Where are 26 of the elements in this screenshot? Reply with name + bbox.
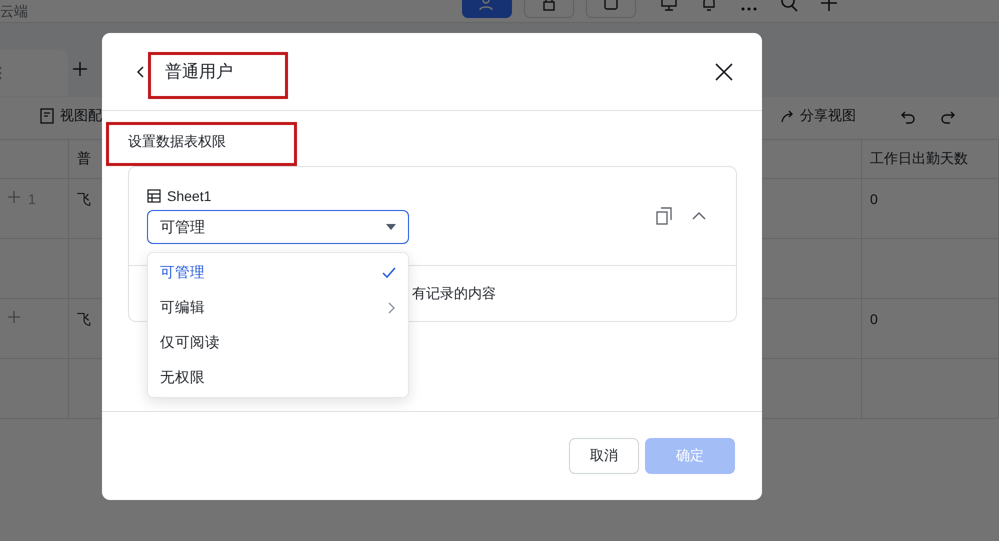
menu-item[interactable]: 无权限 bbox=[148, 360, 408, 395]
chevron-right-icon bbox=[388, 302, 396, 314]
table-cell: 0 bbox=[862, 179, 999, 238]
table-icon bbox=[147, 189, 161, 203]
column-header[interactable]: 工作日出勤天数 bbox=[862, 140, 999, 178]
document-icon bbox=[40, 108, 56, 124]
add-icon[interactable] bbox=[8, 311, 20, 323]
section-label: 设置数据表权限 bbox=[128, 133, 227, 151]
copy-icon[interactable] bbox=[656, 207, 672, 225]
undo-icon[interactable] bbox=[900, 110, 916, 126]
check-icon bbox=[382, 266, 396, 278]
cancel-button[interactable]: 取消 bbox=[569, 438, 639, 474]
share-view-button[interactable]: 分享视图 bbox=[780, 107, 856, 125]
dialog-title: 普通用户 bbox=[165, 61, 234, 83]
table-cell: 0 bbox=[862, 299, 999, 358]
caret-icon bbox=[386, 224, 396, 230]
close-button[interactable] bbox=[714, 62, 734, 82]
toolbar-item[interactable]: 视图配 bbox=[40, 107, 102, 125]
sheet-name: Sheet1 bbox=[167, 188, 212, 204]
add-icon[interactable] bbox=[8, 191, 20, 203]
redo-icon[interactable] bbox=[940, 110, 956, 126]
menu-item[interactable]: 可管理 bbox=[148, 255, 408, 290]
menu-item[interactable]: 仅可阅读 bbox=[148, 325, 408, 360]
location-label: 云端 bbox=[0, 3, 28, 21]
permission-select[interactable]: 可管理 bbox=[147, 210, 409, 244]
add-icon[interactable] bbox=[72, 61, 88, 77]
